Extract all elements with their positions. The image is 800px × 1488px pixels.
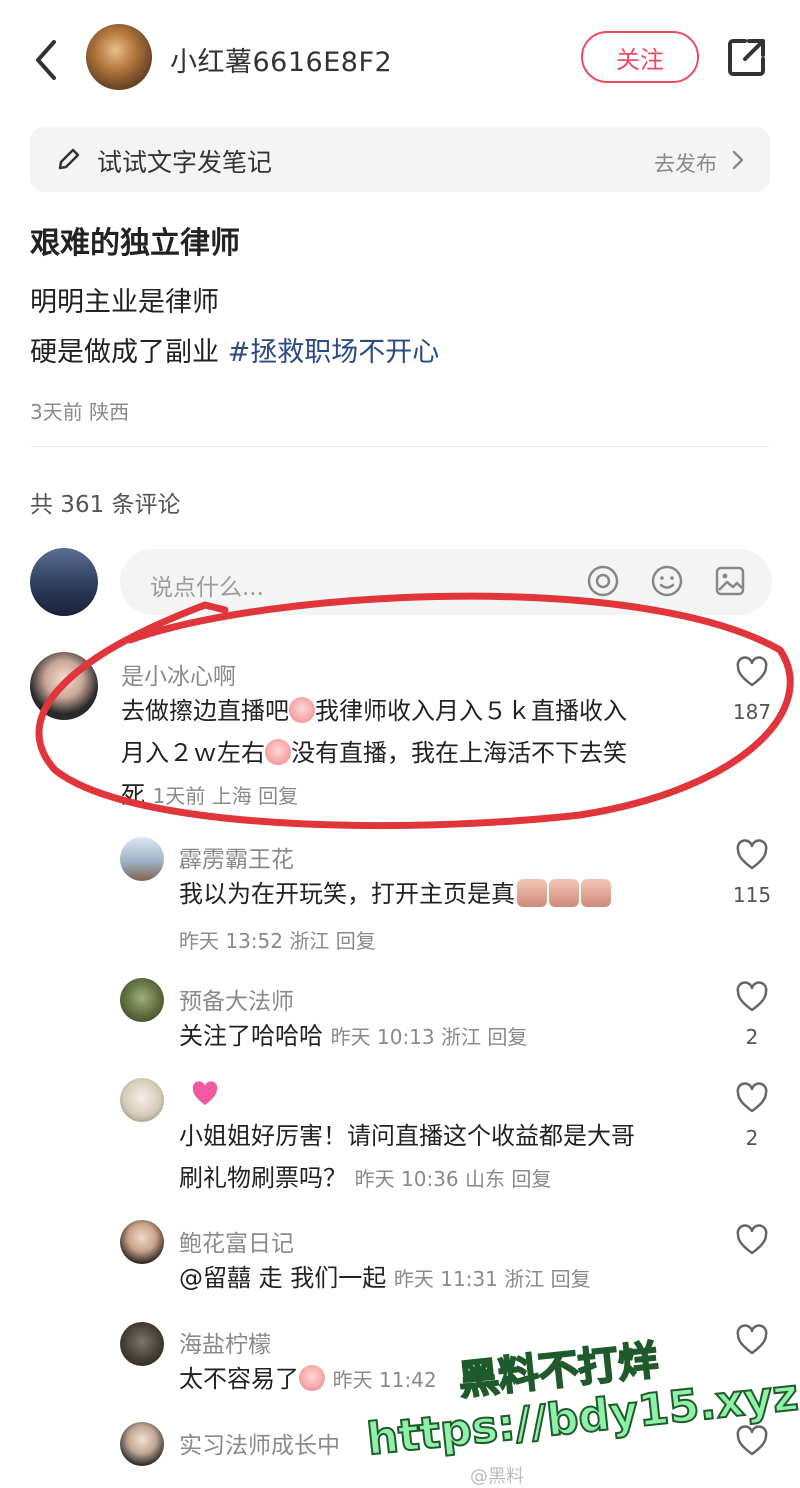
heart-icon[interactable] bbox=[735, 839, 769, 871]
commenter-avatar[interactable] bbox=[120, 837, 164, 881]
like-count: 187 bbox=[732, 700, 772, 724]
watermark: 黑料不打烊 https://bdy15.xyz bbox=[360, 1330, 800, 1480]
comment-text-part: 关注了哈哈哈 bbox=[179, 1022, 323, 1050]
emoji-icon[interactable] bbox=[650, 564, 684, 598]
sticker-icon bbox=[517, 879, 547, 907]
comment-meta: 昨天 10:13 浙江 回复 bbox=[330, 1025, 528, 1049]
author-name[interactable]: 小红薯6616E8F2 bbox=[170, 40, 392, 79]
chevron-right-icon bbox=[732, 150, 744, 170]
commenter-name[interactable]: 预备大法师 bbox=[179, 982, 294, 1016]
weibo-watermark: @黑料 bbox=[470, 1466, 524, 1487]
comment-meta: 昨天 11:42 bbox=[332, 1368, 437, 1392]
crying-emoji-icon bbox=[299, 1365, 325, 1391]
comment-text-part: 太不容易了 bbox=[179, 1365, 299, 1393]
comment-text-part: 死 bbox=[121, 781, 145, 809]
tip-text: 试试文字发笔记 bbox=[97, 148, 273, 177]
comment-text: 太不容易了 昨天 11:42 bbox=[179, 1358, 437, 1401]
comment-meta: 昨天 11:31 浙江 回复 bbox=[393, 1267, 591, 1291]
sticker-icon bbox=[549, 879, 579, 907]
go-publish-link[interactable]: 去发布 bbox=[654, 148, 717, 178]
like-count: 2 bbox=[745, 1126, 759, 1150]
comment-input-placeholder: 说点什么... bbox=[150, 575, 264, 601]
note-time: 3天前 bbox=[30, 400, 83, 424]
note-body-line: 硬是做成了副业 #拯救职场不开心 bbox=[30, 330, 439, 369]
comment-text-part: 刷礼物刷票吗？ bbox=[179, 1164, 347, 1192]
pen-icon bbox=[58, 148, 80, 170]
crying-emoji-icon bbox=[289, 697, 315, 723]
commenter-name[interactable]: 是小冰心啊 bbox=[121, 657, 236, 691]
comment-text-part: 我律师收入月入５ｋ直播收入 bbox=[315, 697, 627, 725]
note-body-line: 明明主业是律师 bbox=[30, 287, 219, 318]
my-avatar bbox=[30, 548, 98, 616]
comment-meta: 昨天 10:36 山东 回复 bbox=[354, 1167, 552, 1191]
comment-text: @留囍 走 我们一起 昨天 11:31 浙江 回复 bbox=[179, 1257, 591, 1300]
watermark-line1: 黑料不打烊 bbox=[456, 1337, 662, 1406]
commenter-avatar[interactable] bbox=[120, 1220, 164, 1264]
mention-icon[interactable] bbox=[586, 564, 620, 598]
commenter-avatar[interactable] bbox=[120, 1422, 164, 1466]
commenter-name[interactable]: 霹雳霸王花 bbox=[179, 840, 294, 874]
commenter-avatar[interactable] bbox=[30, 652, 98, 720]
pink-heart-icon bbox=[192, 1081, 218, 1105]
sticker-icon bbox=[581, 879, 611, 907]
comment-text-part: 月入２ｗ左右 bbox=[121, 739, 265, 767]
heart-icon[interactable] bbox=[735, 1425, 769, 1457]
comment-text-part: 去做擦边直播吧 bbox=[121, 697, 289, 725]
note-meta: 3天前 陕西 bbox=[30, 396, 129, 425]
crying-emoji-icon bbox=[265, 739, 291, 765]
author-avatar[interactable] bbox=[86, 24, 152, 90]
like-count: 115 bbox=[732, 883, 772, 907]
follow-button[interactable]: 关注 bbox=[581, 31, 699, 83]
commenter-avatar[interactable] bbox=[120, 1078, 164, 1122]
share-icon[interactable] bbox=[725, 35, 769, 79]
comment-text-part: 没有直播，我在上海活不下去笑 bbox=[291, 739, 627, 767]
comment-meta: 1天前 上海 回复 bbox=[152, 784, 299, 808]
comment-text-part: @留囍 走 我们一起 bbox=[179, 1264, 387, 1292]
commenter-name[interactable]: 海盐柠檬 bbox=[179, 1325, 271, 1359]
comment-text-part: 我以为在开玩笑，打开主页是真 bbox=[179, 880, 515, 908]
back-chevron-icon[interactable] bbox=[30, 38, 64, 82]
heart-icon[interactable] bbox=[735, 981, 769, 1013]
heart-icon[interactable] bbox=[735, 656, 769, 688]
heart-icon[interactable] bbox=[735, 1082, 769, 1114]
hashtag-link[interactable]: #拯救职场不开心 bbox=[228, 337, 440, 368]
comment-text: 小姐姐好厉害！请问直播这个收益都是大哥 刷礼物刷票吗？ 昨天 10:36 山东 … bbox=[179, 1115, 739, 1200]
commenter-name[interactable]: 实习法师成长中 bbox=[179, 1426, 340, 1460]
note-location: 陕西 bbox=[89, 400, 130, 424]
comment-meta: 昨天 13:52 浙江 回复 bbox=[179, 929, 376, 953]
commenter-name[interactable]: 鲍花富日记 bbox=[179, 1224, 294, 1258]
image-icon[interactable] bbox=[713, 564, 747, 598]
comment-text: 关注了哈哈哈 昨天 10:13 浙江 回复 bbox=[179, 1015, 527, 1058]
note-body-text: 硬是做成了副业 bbox=[30, 337, 228, 368]
note-title: 艰难的独立律师 bbox=[30, 226, 240, 261]
commenter-avatar[interactable] bbox=[120, 978, 164, 1022]
like-count: 2 bbox=[745, 1025, 759, 1049]
heart-icon[interactable] bbox=[735, 1224, 769, 1256]
comment-count: 共 361 条评论 bbox=[30, 492, 181, 518]
commenter-avatar[interactable] bbox=[120, 1322, 164, 1366]
comment-text: 我以为在开玩笑，打开主页是真 bbox=[179, 873, 611, 915]
heart-icon[interactable] bbox=[735, 1324, 769, 1356]
comment-text: 去做擦边直播吧 我律师收入月入５ｋ直播收入 月入２ｗ左右 没有直播，我在上海活不下去… bbox=[121, 690, 691, 817]
comment-text-part: 小姐姐好厉害！请问直播这个收益都是大哥 bbox=[179, 1122, 635, 1150]
divider bbox=[30, 446, 770, 447]
